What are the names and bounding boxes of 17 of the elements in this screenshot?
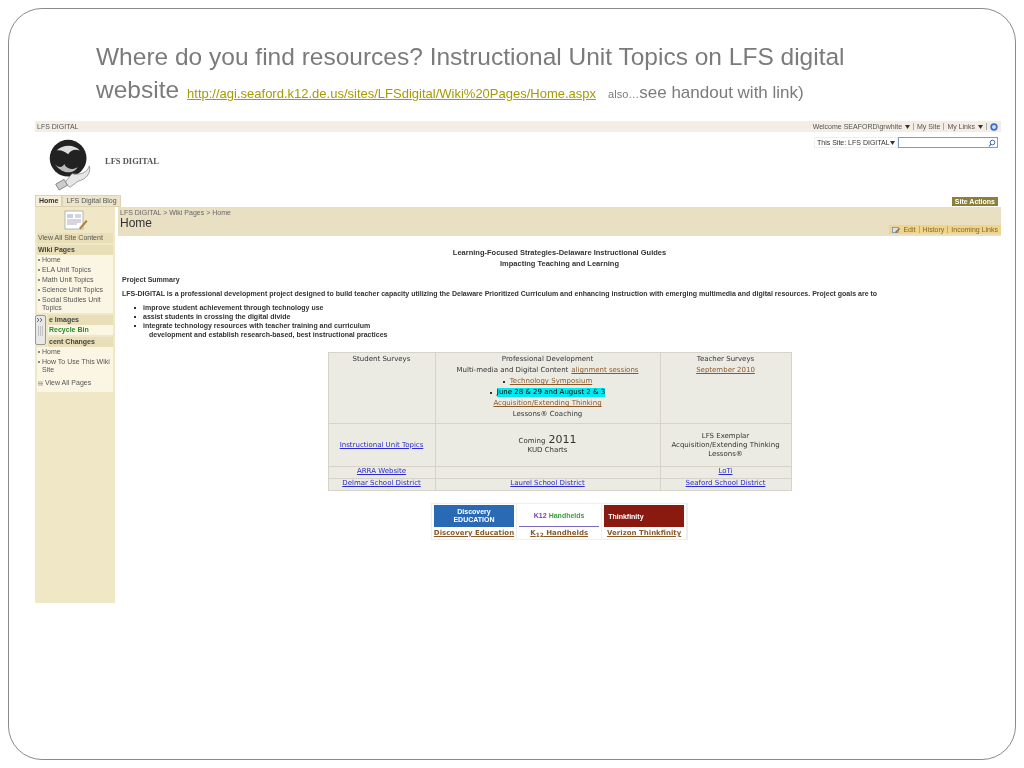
caret-icon[interactable]: [978, 124, 983, 129]
wiki-page-icon: [62, 209, 88, 231]
edit-icon: [892, 226, 901, 233]
slide-title: Where do you find resources? Instructional Unit Topics on LFS digital: [96, 43, 845, 71]
cell-text: 2011: [548, 435, 577, 444]
page-title: Home: [120, 216, 153, 230]
panel-handle-icon[interactable]: [35, 315, 46, 345]
slide-title: website: [96, 76, 180, 104]
site-title: LFS DIGITAL: [105, 156, 159, 166]
search-icon[interactable]: [988, 138, 996, 147]
list-icon: [38, 380, 43, 386]
caret-icon[interactable]: [905, 124, 911, 129]
caret-icon: [890, 140, 895, 145]
note-text: also…: [608, 88, 640, 100]
search-field[interactable]: [898, 137, 998, 148]
help-icon[interactable]: [990, 122, 998, 131]
note-text: see handout with link): [639, 83, 804, 103]
